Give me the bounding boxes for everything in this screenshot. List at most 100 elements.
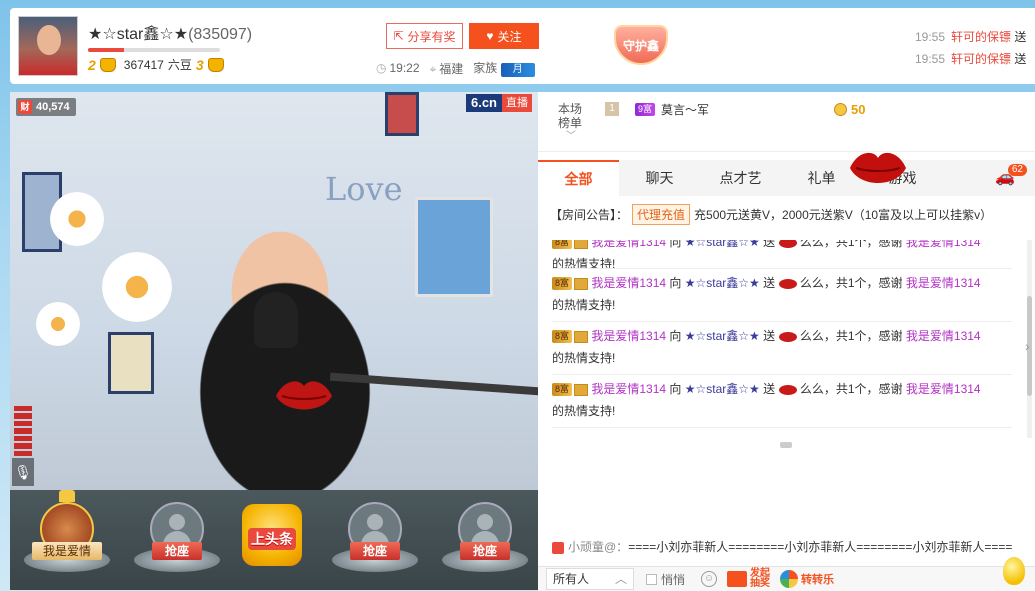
wheel-icon — [780, 570, 799, 588]
seat-1[interactable]: 我是爱情 — [22, 490, 112, 590]
kiss-lips-gift-icon — [276, 381, 332, 410]
chat-messages[interactable]: 8富 我是爱情1314 向 ★☆star鑫☆★ 送 么么，共1个，感谢 我是爱情… — [552, 240, 1012, 438]
location-meta: ⌖ 福建 — [430, 60, 464, 77]
clock-icon: ◷ — [376, 61, 387, 75]
broadcast-text: ====小刘亦菲新人========小刘亦菲新人========小刘亦菲新人==… — [628, 540, 1013, 554]
message-anchor[interactable]: ★☆star鑫☆★ — [685, 382, 760, 396]
golden-egg-icon[interactable] — [1003, 557, 1025, 585]
message-anchor[interactable]: ★☆star鑫☆★ — [685, 240, 760, 249]
crown-icon — [59, 490, 75, 502]
lottery-icon — [727, 571, 748, 587]
message-thanks-user[interactable]: 我是爱情1314 — [906, 240, 981, 249]
resize-handle[interactable] — [780, 442, 792, 448]
agent-recharge-button[interactable]: 代理充值 — [632, 204, 691, 225]
star-level: 3 — [195, 56, 204, 73]
live-label: 直播 — [502, 94, 532, 112]
gift-feed-time: 19:55 — [915, 52, 946, 66]
lucky-wheel-label: 转转乐 — [801, 574, 835, 586]
wall-text: Love — [325, 170, 403, 208]
daisy-decoration — [50, 192, 104, 246]
seat-2[interactable]: 抢座 — [132, 490, 222, 590]
tab-chat[interactable]: 聊天 — [619, 160, 700, 196]
time-meta: ◷ 19:22 — [376, 61, 420, 75]
daisy-decoration — [102, 252, 172, 322]
family-meta: 家族 月 — [473, 59, 535, 77]
message-user[interactable]: 我是爱情1314 — [591, 329, 666, 343]
mic-stand — [329, 372, 538, 396]
message-user[interactable]: 我是爱情1314 — [591, 276, 666, 290]
guard-badge[interactable]: 守护鑫 — [610, 22, 672, 68]
chat-message: 8富 我是爱情1314 向 ★☆star鑫☆★ 送 么么，共1个，感谢 我是爱情… — [552, 240, 1012, 269]
kiss-lips-gift-icon — [778, 384, 797, 395]
seat-4[interactable]: 抢座 — [440, 490, 530, 590]
gift-feed-action: 送 — [1014, 52, 1027, 66]
rank-toggle[interactable]: 本场 榜单 ﹀ — [558, 102, 588, 144]
checkbox-box[interactable] — [646, 573, 657, 585]
message-send: 送 — [763, 382, 776, 396]
recipient-select[interactable]: 所有人 ︿ — [546, 568, 634, 590]
brand-name: 6.cn — [465, 94, 502, 112]
headline-button[interactable]: 上头条 — [242, 504, 302, 566]
wealth-tag-icon: 财 — [18, 100, 32, 114]
gift-feed-user[interactable]: 轩可的保镖 — [951, 30, 1011, 44]
wall-picture — [385, 92, 419, 136]
message-thanks-user[interactable]: 我是爱情1314 — [906, 329, 981, 343]
anchor-name: ★☆star鑫☆★(835097) — [88, 20, 252, 44]
chevron-up-icon: ︿ — [614, 572, 627, 586]
follow-button[interactable]: ♥ 关注 — [469, 23, 539, 49]
guard-label: 守护鑫 — [622, 38, 659, 53]
car-tab[interactable]: 🚗 62 — [975, 160, 1035, 196]
location: 福建 — [439, 61, 464, 76]
gift-feed-user[interactable]: 轩可的保镖 — [951, 52, 1011, 66]
guard-shield-icon: 守护鑫 — [614, 25, 668, 65]
family-tag[interactable]: 月 — [500, 63, 535, 77]
rich-level-badge: 8富 — [552, 240, 573, 250]
grab-seat-button[interactable]: 抢座 — [350, 542, 400, 560]
grab-seat-button[interactable]: 抢座 — [460, 542, 510, 560]
heart-icon: ♥ — [486, 29, 494, 43]
message-anchor[interactable]: ★☆star鑫☆★ — [685, 276, 760, 290]
emoji-icon[interactable]: ☺ — [701, 571, 718, 587]
share-button[interactable]: ⇱ 分享有奖 — [386, 23, 463, 49]
chat-message: 8富 我是爱情1314 向 ★☆star鑫☆★ 送 么么，共1个，感谢 我是爱情… — [552, 322, 1012, 375]
microphone-icon[interactable]: 🎙 — [12, 458, 34, 486]
gift-feed: 19:55 轩可的保镖 送 19:55 轩可的保镖 送 — [915, 26, 1035, 70]
room-id: (835097) — [188, 26, 253, 43]
message-tail: 么么，共1个，感谢 — [799, 240, 903, 249]
rank-coins: 50 — [834, 102, 865, 117]
live-video[interactable]: Love 财 40,574 6.cn 直播 🎙 — [10, 92, 538, 490]
message-thanks-user[interactable]: 我是爱情1314 — [906, 276, 981, 290]
message-anchor[interactable]: ★☆star鑫☆★ — [685, 329, 760, 343]
tab-all[interactable]: 全部 — [538, 160, 619, 196]
lucky-wheel-button[interactable]: 转转乐 — [780, 570, 834, 588]
whisper-checkbox[interactable]: 悄悄 — [646, 571, 685, 588]
rank-user-name: 莫言～军 — [661, 103, 710, 117]
site-logo: 6.cn 直播 — [465, 94, 532, 112]
message-thanks-user[interactable]: 我是爱情1314 — [906, 382, 981, 396]
message-user[interactable]: 我是爱情1314 — [591, 382, 666, 396]
start-time: 19:22 — [389, 61, 420, 75]
recipient-value: 所有人 — [553, 572, 590, 586]
grab-seat-button[interactable]: 抢座 — [152, 542, 202, 560]
anchor-avatar[interactable] — [18, 16, 78, 76]
share-label: 分享有奖 — [407, 29, 456, 44]
broadcast-user[interactable]: 小顽童@： — [568, 540, 628, 554]
launch-label: 发起 抽奖 — [750, 569, 770, 589]
chevron-right-icon[interactable]: › — [1025, 338, 1035, 358]
whisper-label: 悄悄 — [661, 572, 686, 587]
fan-badge-icon — [574, 383, 589, 396]
viewer-count: 财 40,574 — [16, 98, 76, 116]
rank-label-line1: 本场 — [558, 102, 583, 116]
seat-3[interactable]: 抢座 — [330, 490, 420, 590]
tab-talent[interactable]: 点才艺 — [700, 160, 781, 196]
kiss-lips-gift-icon — [850, 152, 906, 183]
launch-lottery-button[interactable]: 发起 抽奖 — [727, 569, 770, 589]
message-user[interactable]: 我是爱情1314 — [591, 240, 666, 249]
seat-label[interactable]: 我是爱情 — [32, 542, 102, 560]
rich-level-badge: 8富 — [552, 277, 573, 291]
room-notice: 【房间公告】： 代理充值 充500元送黄V，2000元送紫V（10富及以上可以挂… — [550, 204, 1030, 225]
chat-message: 8富 我是爱情1314 向 ★☆star鑫☆★ 送 么么，共1个，感谢 我是爱情… — [552, 269, 1012, 322]
message-to: 向 — [669, 276, 682, 290]
rank-user[interactable]: 9富 莫言～军 — [635, 101, 709, 118]
message-to: 向 — [669, 382, 682, 396]
